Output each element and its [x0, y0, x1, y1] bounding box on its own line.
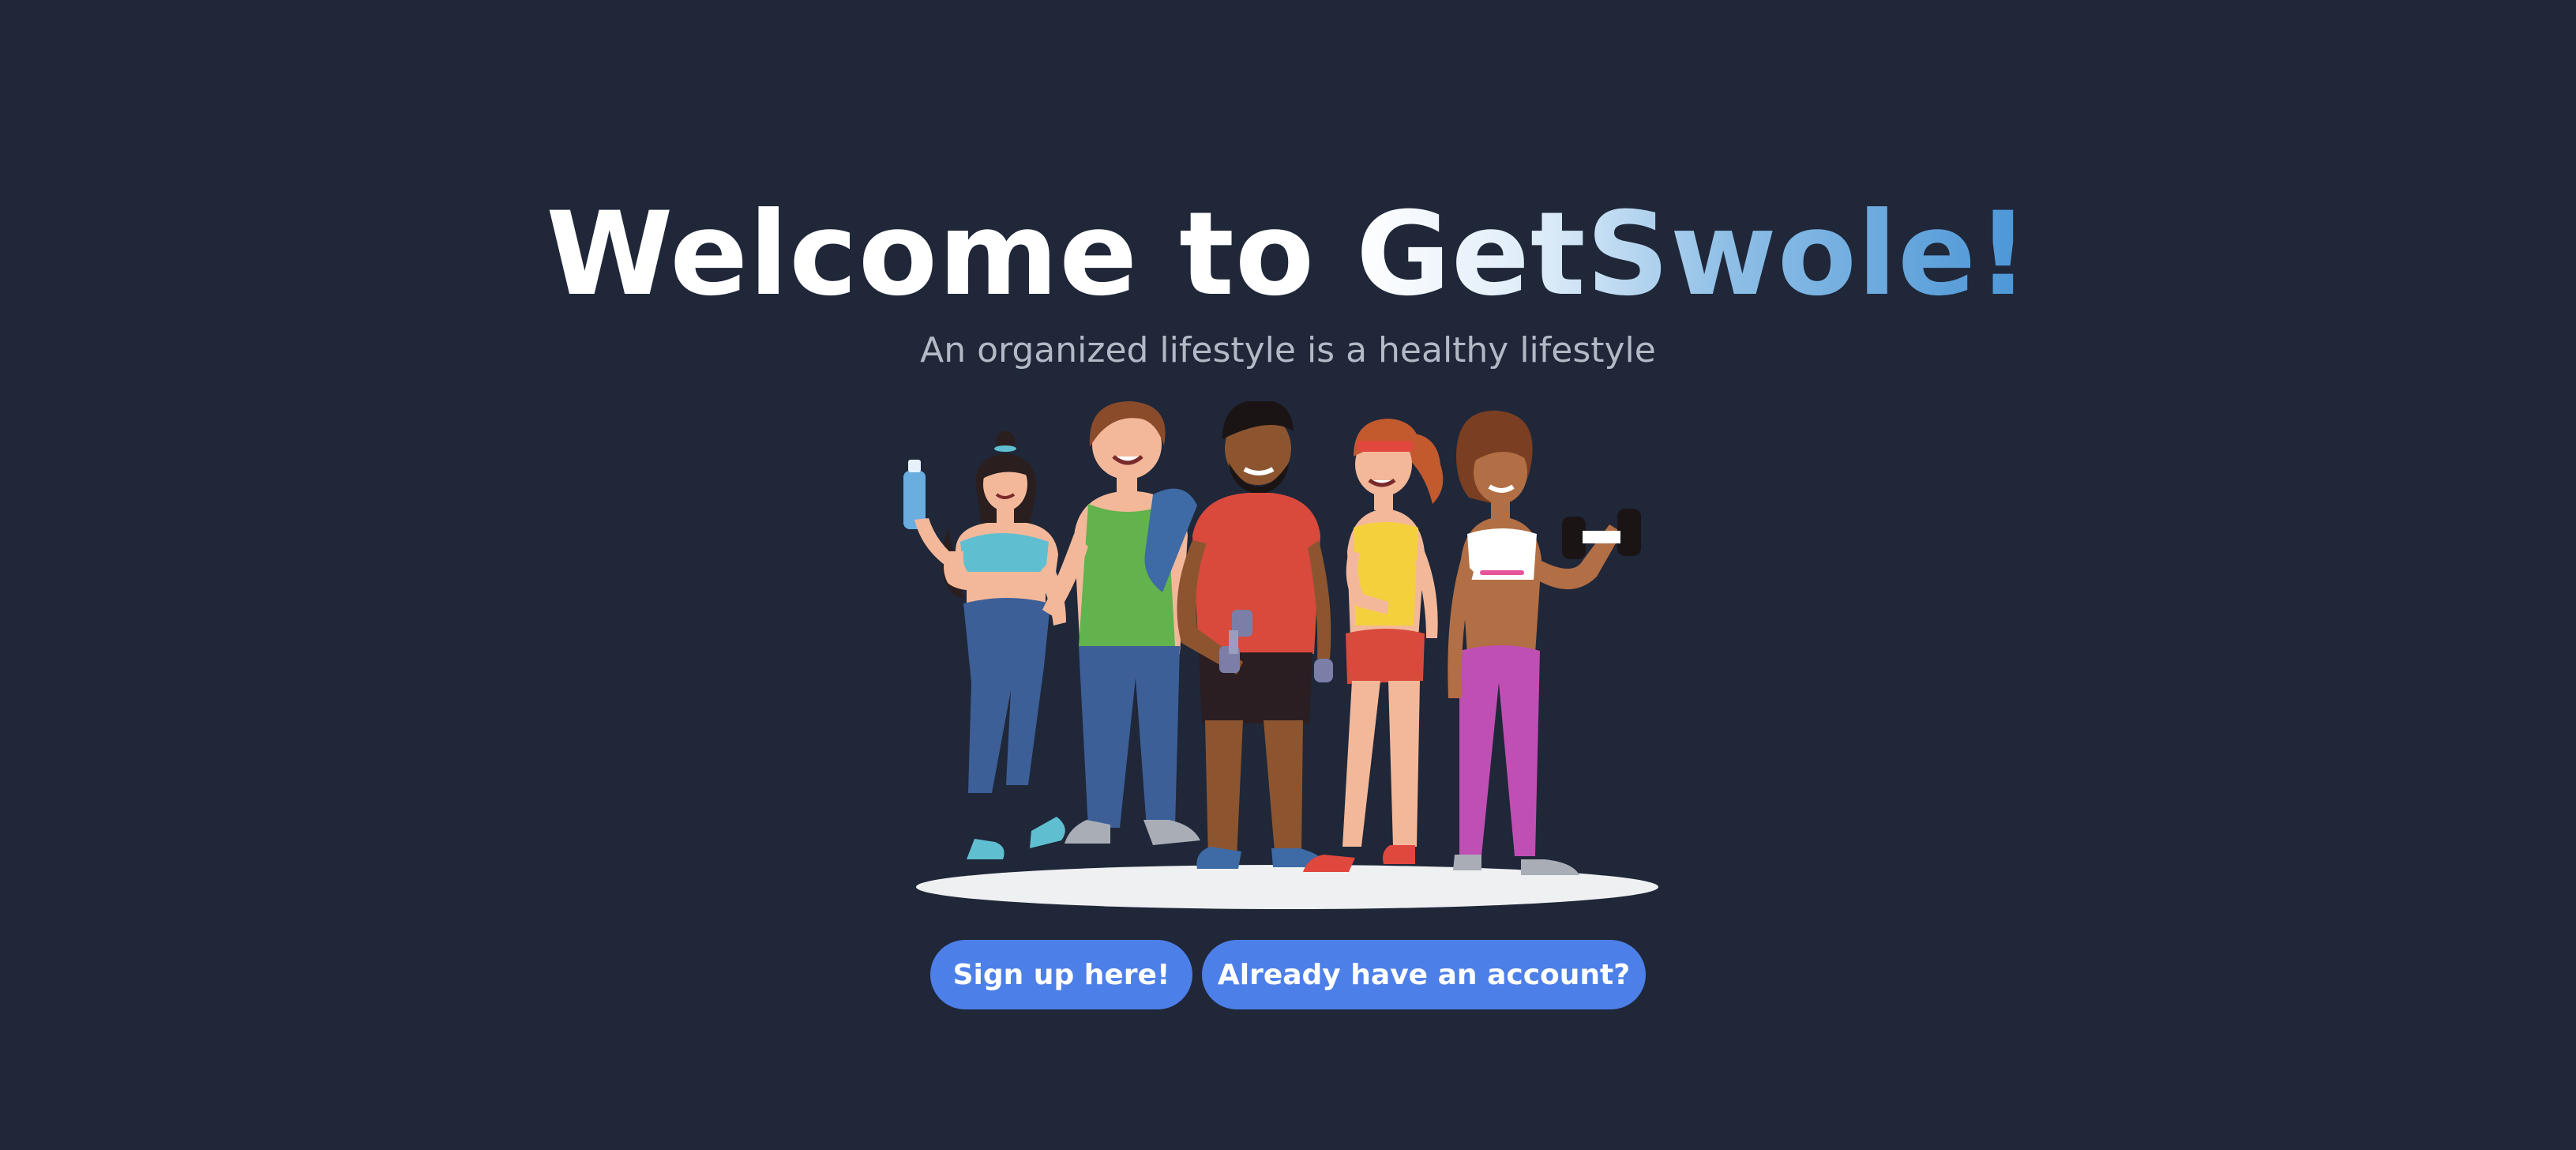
title-prefix: Welcome to: [546, 187, 1357, 321]
auth-actions: Sign up here! Already have an account?: [0, 940, 2576, 1009]
tagline: An organized lifestyle is a healthy life…: [920, 330, 1656, 370]
person-red-shirt: [1177, 401, 1333, 869]
landing-page: Welcome to GetSwole! An organized lifest…: [0, 0, 2576, 1150]
login-button[interactable]: Already have an account?: [1202, 940, 1646, 1009]
signup-button[interactable]: Sign up here!: [930, 940, 1192, 1009]
person-green-tank: [1042, 401, 1200, 845]
brand-name: GetSwole!: [1356, 187, 2030, 321]
person-pink-pants: [1448, 410, 1641, 875]
person-water-bottle: [903, 431, 1066, 859]
page-title: Welcome to GetSwole!: [0, 183, 2576, 325]
fitness-group-illustration: [903, 401, 1658, 909]
